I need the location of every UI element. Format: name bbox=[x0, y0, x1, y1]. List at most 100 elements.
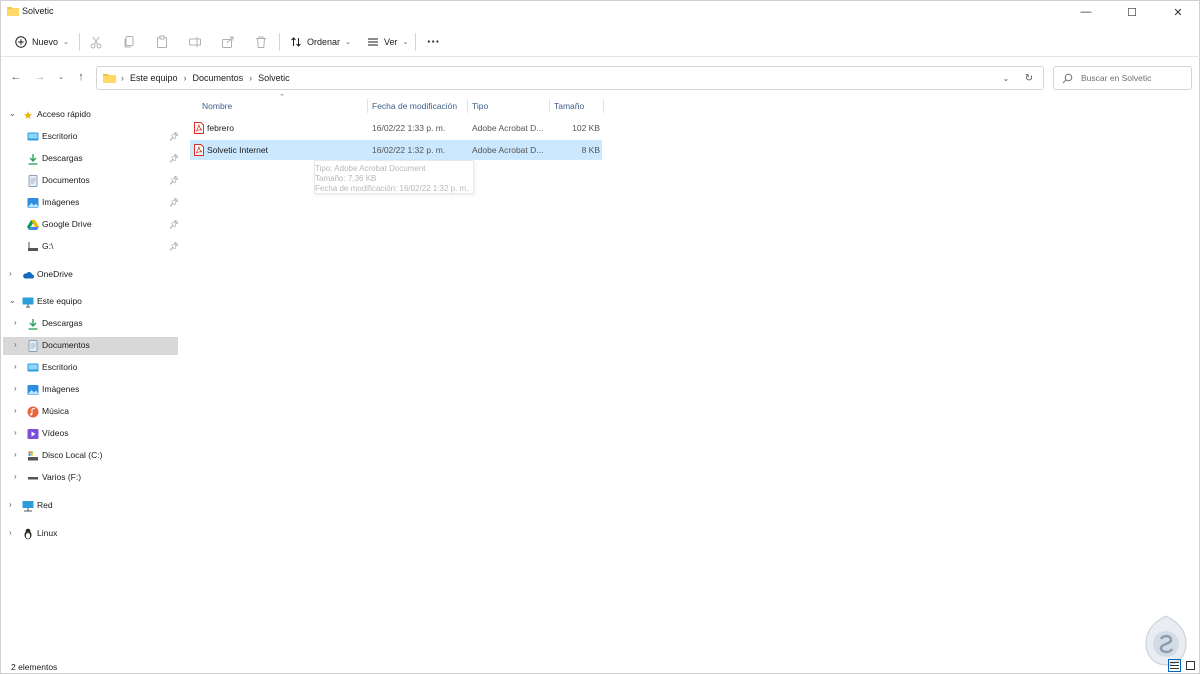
nav-item-varios[interactable]: › Varios (F:) bbox=[3, 469, 178, 487]
window-title: Solvetic bbox=[22, 6, 54, 16]
column-divider[interactable] bbox=[603, 99, 604, 113]
chevron-down-icon: ⌄ bbox=[345, 39, 351, 46]
navigation-pane: ⌄ ★ Acceso rápido Escritorio 📌︎ Descarga… bbox=[1, 99, 186, 659]
more-options-button[interactable]: ··· bbox=[427, 30, 440, 52]
pin-icon: 📌︎ bbox=[169, 176, 180, 185]
refresh-icon[interactable]: ↻ bbox=[1022, 71, 1036, 85]
maximize-button[interactable]: ☐ bbox=[1109, 1, 1155, 23]
nav-item-descargas-pc[interactable]: › Descargas bbox=[3, 315, 178, 333]
breadcrumb-item[interactable]: Solvetic bbox=[258, 73, 290, 83]
computer-icon bbox=[22, 297, 34, 308]
pdf-file-icon bbox=[194, 122, 204, 134]
pdf-file-icon bbox=[194, 144, 204, 156]
nav-label: Varios (F:) bbox=[42, 472, 82, 482]
new-button[interactable]: Nuevo ⌄ bbox=[11, 31, 73, 53]
rename-icon[interactable] bbox=[186, 33, 204, 51]
view-button[interactable]: Ver ⌄ bbox=[367, 31, 408, 53]
pin-icon: 📌︎ bbox=[169, 154, 180, 163]
column-header-size[interactable]: Tamaño bbox=[554, 101, 584, 111]
nav-item-imagenes[interactable]: Imágenes 📌︎ bbox=[3, 194, 180, 212]
toolbar-divider bbox=[415, 33, 416, 51]
nav-item-disco-local[interactable]: › Disco Local (C:) bbox=[3, 447, 178, 465]
chevron-right-icon: › bbox=[14, 362, 17, 371]
nav-item-escritorio[interactable]: Escritorio 📌︎ bbox=[3, 128, 179, 146]
nav-label: Linux bbox=[37, 528, 58, 538]
pictures-icon bbox=[27, 385, 39, 395]
nav-label: Google Drive bbox=[42, 219, 92, 229]
nav-item-escritorio-pc[interactable]: › Escritorio bbox=[3, 359, 178, 377]
nav-item-g-drive[interactable]: G:\ 📌︎ bbox=[3, 238, 180, 256]
address-dropdown-icon[interactable]: ⌄ bbox=[999, 71, 1013, 85]
disk-icon bbox=[28, 451, 38, 461]
pin-icon: 📌︎ bbox=[169, 220, 180, 229]
recent-locations-icon[interactable]: ⌄ bbox=[53, 69, 69, 85]
chevron-right-icon: › bbox=[14, 318, 17, 327]
sort-label: Ordenar bbox=[307, 37, 341, 47]
table-row[interactable]: febrero 16/02/22 1:33 p. m. Adobe Acroba… bbox=[190, 118, 602, 138]
minimize-button[interactable]: — bbox=[1063, 1, 1109, 23]
sort-button[interactable]: Ordenar ⌄ bbox=[290, 31, 351, 53]
nav-label: Acceso rápido bbox=[37, 109, 91, 119]
up-icon[interactable]: ↑ bbox=[73, 69, 89, 85]
view-icon bbox=[368, 38, 378, 46]
chevron-right-icon: › bbox=[14, 428, 17, 437]
nav-item-descargas[interactable]: Descargas 📌︎ bbox=[3, 150, 180, 168]
delete-icon[interactable] bbox=[252, 33, 270, 51]
nav-label: Escritorio bbox=[42, 362, 78, 372]
nav-onedrive[interactable]: › OneDrive bbox=[3, 266, 178, 284]
nav-network[interactable]: › Red bbox=[3, 497, 178, 515]
chevron-down-icon: ⌄ bbox=[402, 39, 409, 46]
nav-item-documentos-pc[interactable]: › Documentos bbox=[3, 337, 178, 355]
download-icon bbox=[28, 154, 38, 165]
chevron-right-icon: › bbox=[9, 500, 12, 509]
address-bar[interactable]: › Este equipo › Documentos › Solvetic ⌄ … bbox=[96, 66, 1044, 90]
column-divider[interactable] bbox=[467, 99, 468, 113]
column-divider[interactable] bbox=[549, 99, 550, 113]
breadcrumb-item[interactable]: Este equipo bbox=[130, 73, 178, 83]
pin-icon: 📌︎ bbox=[169, 198, 180, 207]
toolbar-divider bbox=[79, 33, 80, 51]
file-name: Solvetic Internet bbox=[207, 145, 268, 155]
copy-icon[interactable] bbox=[120, 33, 138, 51]
back-icon[interactable]: ← bbox=[8, 69, 24, 85]
file-size: 8 KB bbox=[581, 145, 600, 155]
column-header-type[interactable]: Tipo bbox=[472, 101, 488, 111]
nav-this-pc[interactable]: ⌄ Este equipo bbox=[3, 293, 178, 311]
chevron-right-icon: › bbox=[249, 73, 253, 83]
documents-icon bbox=[28, 340, 38, 352]
tiles-view-icon[interactable] bbox=[1184, 659, 1197, 672]
pin-icon: 📌︎ bbox=[169, 242, 180, 251]
column-header-name[interactable]: Nombre bbox=[202, 101, 232, 111]
nav-item-musica[interactable]: › Música bbox=[3, 403, 178, 421]
tooltip-size: Tamaño: 7,36 KB bbox=[315, 174, 377, 183]
share-icon[interactable] bbox=[219, 33, 237, 51]
toolbar-divider bbox=[279, 33, 280, 51]
chevron-down-icon: ⌄ bbox=[9, 109, 16, 118]
nav-label: Imágenes bbox=[42, 197, 80, 207]
breadcrumb-item[interactable]: Documentos bbox=[193, 73, 244, 83]
nav-label: Disco Local (C:) bbox=[42, 450, 103, 460]
download-icon bbox=[28, 319, 38, 330]
nav-item-google-drive[interactable]: Google Drive 📌︎ bbox=[3, 216, 180, 234]
column-divider[interactable] bbox=[367, 99, 368, 113]
desktop-icon bbox=[27, 363, 39, 372]
search-box[interactable]: Buscar en Solvetic bbox=[1053, 66, 1192, 90]
search-icon bbox=[1062, 73, 1073, 84]
tooltip-modified: Fecha de modificación: 16/02/22 1:32 p. … bbox=[315, 184, 469, 193]
details-view-icon[interactable] bbox=[1168, 659, 1181, 672]
view-label: Ver bbox=[384, 37, 398, 47]
close-button[interactable]: ✕ bbox=[1155, 1, 1200, 23]
nav-item-videos[interactable]: › Vídeos bbox=[3, 425, 178, 443]
table-row[interactable]: Solvetic Internet 16/02/22 1:32 p. m. Ad… bbox=[190, 140, 602, 160]
nav-label: Música bbox=[42, 406, 69, 416]
nav-quick-access[interactable]: ⌄ ★ Acceso rápido bbox=[3, 106, 178, 124]
videos-icon bbox=[27, 429, 39, 439]
forward-icon[interactable]: → bbox=[32, 69, 48, 85]
nav-item-documentos[interactable]: Documentos 📌︎ bbox=[3, 172, 180, 190]
nav-linux[interactable]: › Linux bbox=[3, 525, 178, 543]
cut-icon[interactable] bbox=[87, 33, 105, 51]
paste-icon[interactable] bbox=[153, 33, 171, 51]
chevron-right-icon: › bbox=[9, 528, 12, 537]
column-header-modified[interactable]: Fecha de modificación bbox=[372, 101, 457, 111]
nav-item-imagenes-pc[interactable]: › Imágenes bbox=[3, 381, 178, 399]
